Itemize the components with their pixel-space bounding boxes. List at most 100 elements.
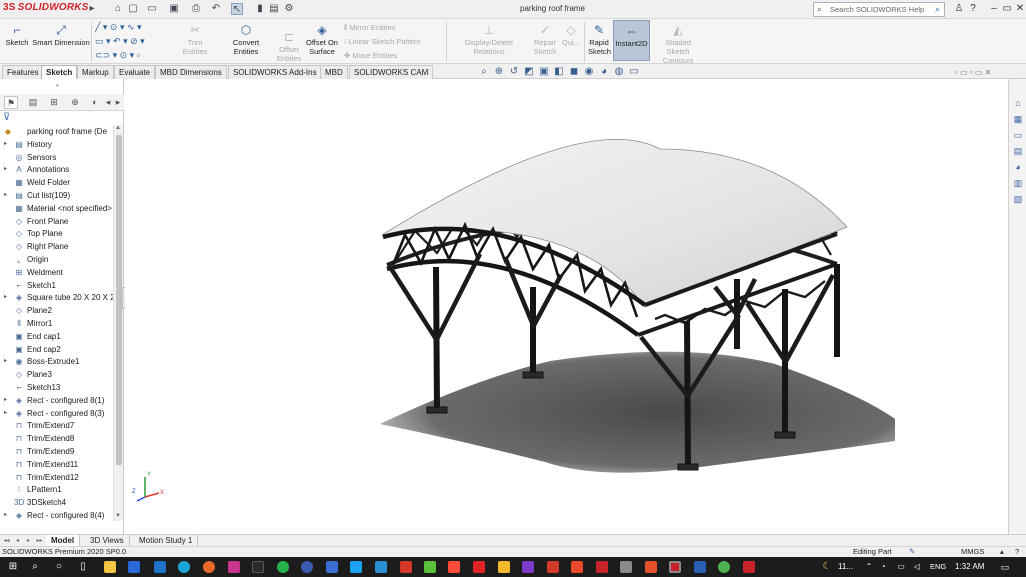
home-icon[interactable]: ⌂ — [112, 3, 124, 15]
tree-item[interactable]: ⫴ Mirror1 — [0, 317, 114, 330]
app-taskbar-icon-7[interactable] — [620, 561, 632, 573]
youtube-taskbar-icon[interactable] — [473, 561, 485, 573]
status-help-icon[interactable]: ? — [1015, 547, 1019, 557]
offset-on-surface-button[interactable]: ◈ Offset On Surface — [304, 23, 340, 56]
close-button[interactable]: ✕ — [1013, 2, 1026, 16]
app-taskbar-icon-1[interactable] — [424, 561, 436, 573]
linear-sketch-pattern-button[interactable]: ⁝ Linear Sketch Pattern — [344, 37, 421, 46]
tree-item[interactable]: ⊓ Trim/Extend8 — [0, 432, 114, 445]
undo-icon[interactable]: ↶ — [210, 3, 222, 15]
graphics-area[interactable]: Y X Z ▫ ▭ ▫ ▭ ✕ — [125, 68, 1008, 534]
app-taskbar-icon-6[interactable] — [571, 561, 583, 573]
tab-solidworks-add-ins[interactable]: SOLIDWORKS Add-Ins — [228, 65, 322, 79]
mail-taskbar-icon[interactable] — [154, 561, 166, 573]
tab-mbd-dimensions[interactable]: MBD Dimensions — [155, 65, 227, 79]
taskbar-search-icon[interactable]: ⌕ — [28, 560, 42, 574]
last-tab-arrow-icon[interactable]: ▸▸ — [35, 536, 44, 546]
prev-tab-arrow-icon[interactable]: ◂ — [13, 536, 22, 546]
expand-arrow-icon[interactable]: ▸ — [4, 189, 7, 202]
sketch-button[interactable]: ⌐ Sketch — [4, 23, 30, 47]
solidworks-resources-icon[interactable]: ⌂ — [1012, 97, 1024, 109]
display-manager-tab-icon[interactable]: ◐ — [88, 96, 102, 109]
rapid-sketch-button[interactable]: ✎ Rapid Sketch — [588, 23, 611, 56]
repair-sketch-button[interactable]: ✓ Repair Sketch — [532, 23, 558, 56]
display-style-icon[interactable]: ◼ — [568, 66, 580, 77]
whatsapp-taskbar-icon[interactable] — [277, 561, 289, 573]
property-manager-tab-icon[interactable]: ▤ — [26, 96, 40, 109]
options-gear-icon[interactable]: ⚙ — [283, 3, 295, 15]
convert-entities-button[interactable]: ⬡ Convert Entities — [220, 23, 272, 56]
tree-item[interactable]: ▸ A Annotations — [0, 163, 114, 176]
chrome-taskbar-icon[interactable] — [718, 561, 730, 573]
pinterest-taskbar-icon[interactable] — [400, 561, 412, 573]
tree-item[interactable]: ◇ Top Plane — [0, 227, 114, 240]
instagram-taskbar-icon[interactable] — [228, 561, 240, 573]
user-icon[interactable]: ♙ — [952, 2, 966, 16]
expand-arrow-icon[interactable]: ▸ — [4, 407, 7, 420]
viewport-window-controls[interactable]: ▫ ▭ ▫ ▭ ✕ — [955, 68, 991, 77]
weather-temperature[interactable]: 11... — [838, 562, 853, 571]
solidworks-taskbar-icon[interactable] — [669, 561, 681, 573]
tabs-scroll-right-icon[interactable]: ▸ — [111, 96, 125, 109]
app-taskbar-icon-2[interactable] — [448, 561, 460, 573]
status-menu-arrow-icon[interactable]: ▴ — [1000, 547, 1004, 557]
acrobat-taskbar-icon[interactable] — [596, 561, 608, 573]
smart-dimension-button[interactable]: ⤢ Smart Dimension — [32, 23, 90, 47]
quick-snaps-button[interactable]: ◇ Qui... — [562, 23, 580, 47]
search-input[interactable]: ⌕ Search SOLIDWORKS Help ⌕ — [813, 2, 945, 17]
facebook-taskbar-icon[interactable] — [301, 561, 313, 573]
solidworks-logo[interactable]: 3S SOLIDWORKS — [3, 2, 89, 13]
instant2d-button[interactable]: ⇔ Instant2D — [613, 20, 650, 61]
tree-item[interactable]: ⊓ Trim/Extend12 — [0, 471, 114, 484]
tree-item[interactable]: ▸ ◈ Square tube 20 X 20 X 2 — [0, 291, 114, 304]
tab-markup[interactable]: Markup — [77, 65, 114, 79]
rectangle-tool-icon[interactable]: ▭ ▾ ↶ ▾ ⊘ ▾ — [95, 36, 145, 47]
expand-arrow-icon[interactable]: ▸ — [4, 394, 7, 407]
line-tool-icon[interactable]: ╱ ▾ ⊙ ▾ ∿ ▾ — [95, 22, 142, 33]
telegram-taskbar-icon[interactable] — [375, 561, 387, 573]
clock[interactable]: 1:32 AM — [955, 562, 984, 571]
previous-view-icon[interactable]: ↺ — [508, 66, 520, 77]
tree-item[interactable]: ⌐ Sketch13 — [0, 381, 114, 394]
view-settings-icon[interactable]: ▭ — [628, 66, 640, 77]
select-icon[interactable]: ↖ — [231, 3, 243, 15]
scroll-up-icon[interactable]: ▲ — [115, 125, 121, 131]
tree-item[interactable]: ⊓ Trim/Extend9 — [0, 445, 114, 458]
scene-icon[interactable]: ◍ — [613, 66, 625, 77]
tree-item[interactable]: ◇ Right Plane — [0, 240, 114, 253]
filter-icon[interactable]: ⊽ — [3, 112, 10, 123]
tab-evaluate[interactable]: Evaluate — [114, 65, 156, 79]
dimxpert-tab-icon[interactable]: ⊕ — [68, 96, 82, 109]
expand-arrow-icon[interactable]: ▸ — [4, 138, 7, 151]
trim-entities-button[interactable]: ✂ Trim Entities — [175, 23, 215, 56]
tree-item[interactable]: ▦ Material <not specified> — [0, 202, 114, 215]
app-taskbar-icon-4[interactable] — [522, 561, 534, 573]
dynamic-annotation-icon[interactable]: ▣ — [538, 66, 550, 77]
tree-item[interactable]: ▣ End cap1 — [0, 330, 114, 343]
feature-tree-tab-icon[interactable]: ⚑ — [4, 96, 18, 109]
tree-item[interactable]: ◎ Sensors — [0, 151, 114, 164]
tree-item[interactable]: ⌞ Origin — [0, 253, 114, 266]
tree-item[interactable]: ▸ ▤ Cut list(109) — [0, 189, 114, 202]
save-icon[interactable]: ▣ — [168, 3, 180, 15]
tree-item[interactable]: ▸ ◉ Boss-Extrude1 — [0, 355, 114, 368]
tree-root-part[interactable]: ◆ parking roof frame (De — [0, 125, 114, 138]
tree-item[interactable]: ▦ Weld Folder — [0, 176, 114, 189]
expand-arrow-icon[interactable]: ▸ — [4, 163, 7, 176]
expand-arrow-icon[interactable]: ▸ — [4, 291, 7, 304]
tree-item[interactable]: ◇ Plane2 — [0, 304, 114, 317]
forum-icon[interactable]: ▧ — [1012, 193, 1024, 205]
app-taskbar-icon-8[interactable] — [743, 561, 755, 573]
print-icon[interactable]: ⎙ — [190, 3, 202, 15]
task-view-icon[interactable]: ▯ — [76, 560, 90, 574]
network-icon[interactable]: ◔ — [876, 560, 890, 574]
battery-icon[interactable]: ▭ — [894, 560, 908, 574]
rebuild-status-icon[interactable]: ✎ — [909, 547, 915, 557]
appearance-icon[interactable]: ◕ — [598, 66, 610, 77]
store-taskbar-icon[interactable] — [128, 561, 140, 573]
word-taskbar-icon[interactable] — [694, 561, 706, 573]
windows-start-icon[interactable]: ⊞ — [6, 560, 20, 574]
language-indicator[interactable]: ENG — [930, 562, 946, 571]
mirror-entities-button[interactable]: ⫴ Mirror Entities — [344, 23, 396, 33]
twitter-taskbar-icon[interactable] — [350, 561, 362, 573]
